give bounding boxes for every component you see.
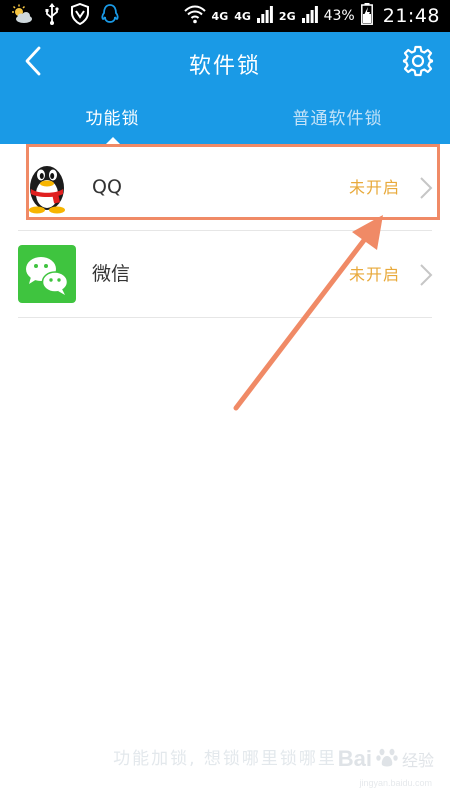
list-item-wechat[interactable]: 微信 未开启 [0, 231, 450, 318]
wifi-icon [183, 4, 206, 28]
tab-app-lock[interactable]: 普通软件锁 [225, 94, 450, 144]
tab-bar: 功能锁 普通软件锁 [0, 94, 450, 144]
tab-label: 功能锁 [85, 109, 140, 129]
chevron-right-icon [418, 264, 434, 286]
watermark-sub: 经验 [401, 751, 434, 770]
app-list: QQ 未开启 微信 未开启 [0, 144, 450, 318]
wechat-icon [18, 245, 76, 303]
page-title: 软件锁 [188, 54, 261, 79]
settings-button[interactable] [400, 45, 436, 81]
network-type-3: 2G [278, 9, 296, 23]
battery-percent: 43% [323, 8, 355, 24]
weather-icon [10, 4, 34, 28]
baidu-watermark: Bai 经验 [338, 746, 434, 772]
status-bar: 4G 4G 2G 43% 21:48 [0, 0, 450, 32]
network-type-2: 4G [234, 9, 251, 23]
app-bar: 软件锁 [0, 32, 450, 94]
chevron-right-icon [418, 177, 434, 199]
clock: 21:48 [382, 5, 440, 27]
tab-label: 普通软件锁 [292, 109, 383, 129]
vpn-shield-icon [70, 2, 90, 29]
lock-status: 未开启 [348, 265, 400, 284]
list-item-qq[interactable]: QQ 未开启 [0, 144, 450, 231]
battery-charging-icon [360, 3, 373, 29]
status-bar-right: 4G 4G 2G 43% 21:48 [183, 3, 440, 29]
divider [18, 317, 432, 318]
network-type-1: 4G [211, 9, 229, 23]
status-bar-left [10, 2, 120, 29]
app-name: 微信 [92, 263, 131, 285]
gear-icon [402, 45, 434, 81]
app-name: QQ [92, 176, 122, 198]
signal-icon [256, 5, 273, 27]
watermark-text: Bai [337, 746, 372, 771]
paw-icon [376, 746, 398, 772]
active-tab-indicator [105, 137, 120, 144]
lock-status: 未开启 [348, 178, 400, 197]
qq-penguin-icon [18, 158, 76, 216]
tab-feature-lock[interactable]: 功能锁 [0, 94, 225, 144]
signal-icon-2 [301, 5, 318, 27]
usb-icon [44, 3, 60, 29]
watermark-url: jingyan.baidu.com [359, 778, 432, 788]
qq-notification-icon [100, 3, 120, 29]
